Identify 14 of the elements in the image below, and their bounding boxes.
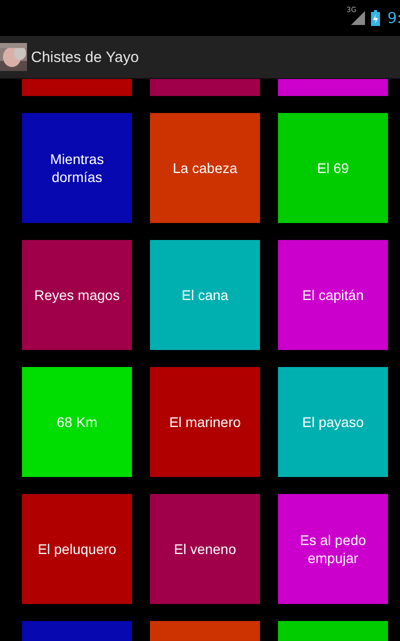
app-title: Chistes de Yayo	[31, 48, 139, 66]
joke-tile[interactable]: La cabeza	[150, 113, 260, 223]
joke-tile[interactable]: Reyes magos	[22, 240, 132, 350]
joke-tile[interactable]: El peluquero	[22, 494, 132, 604]
clock-time: 9:	[387, 9, 400, 27]
joke-tile[interactable]: Mientras dormías	[22, 113, 132, 223]
signal-icon	[351, 11, 366, 25]
joke-tile[interactable]: El veneno	[150, 494, 260, 604]
battery-icon	[371, 10, 380, 26]
joke-tile[interactable]: El marinero	[150, 367, 260, 477]
joke-tile[interactable]: El cana	[150, 240, 260, 350]
joke-tile[interactable]: El capitán	[278, 240, 388, 350]
joke-tile[interactable]: Es al pedo empujar	[278, 494, 388, 604]
joke-tile[interactable]: El payaso	[278, 367, 388, 477]
